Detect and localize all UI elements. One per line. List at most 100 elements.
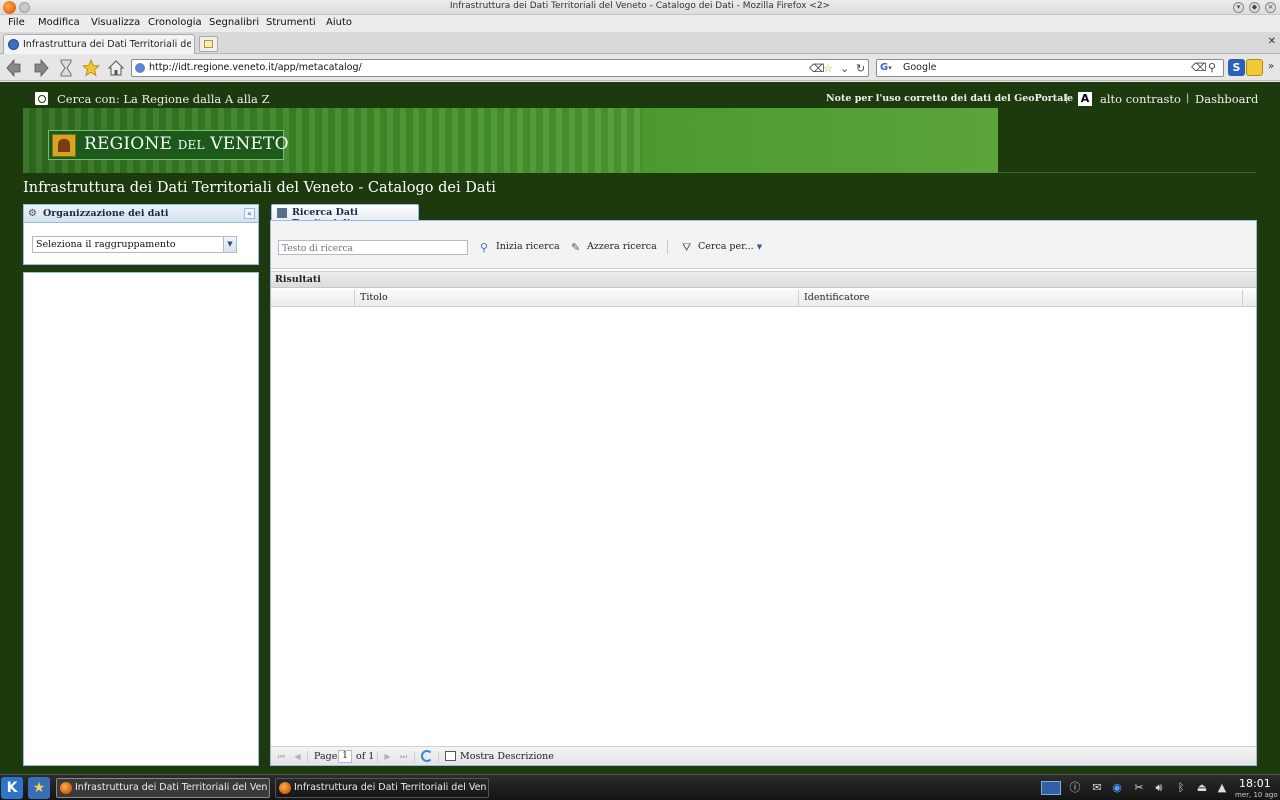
tab-ricerca-dati[interactable]: Ricerca Dati Territoriali — [271, 204, 419, 229]
info-icon[interactable]: ⓘ — [1068, 781, 1082, 795]
kde-menu-icon[interactable]: K — [1, 777, 23, 799]
taskbar-window-1[interactable]: Infrastruttura dei Dati Territoriali del… — [56, 778, 270, 798]
bluetooth-icon[interactable]: ᛒ — [1174, 781, 1188, 795]
nav-separator: | — [1065, 93, 1069, 104]
eraser-icon: ✎ — [571, 241, 581, 254]
page-title: Infrastruttura dei Dati Territoriali del… — [23, 180, 496, 196]
tray-expand-icon[interactable]: ▲ — [1215, 781, 1229, 795]
previous-page-icon[interactable]: ◀ — [292, 751, 303, 762]
column-header-titolo[interactable]: Titolo — [354, 290, 799, 307]
forward-icon[interactable] — [31, 59, 49, 77]
clock-date[interactable]: mer, 10 ago — [1235, 791, 1278, 799]
menu-modifica[interactable]: Modifica — [38, 17, 80, 28]
search-by-menu[interactable]: ⛛ Cerca per... ▼ — [682, 240, 762, 255]
menu-segnalibri[interactable]: Segnalibri — [209, 17, 259, 28]
logo-text: REGIONE DEL VENETO — [84, 134, 289, 154]
maximize-icon[interactable]: ◆ — [1249, 2, 1260, 13]
search-icon[interactable]: ⚲ — [1208, 61, 1216, 74]
search-by-label: Cerca per... ▼ — [698, 241, 763, 252]
site-identity-icon[interactable] — [135, 63, 145, 73]
window-title: Infrastruttura dei Dati Territoriali del… — [449, 1, 831, 11]
data-organization-panel: ⚙ Organizzazione dei dati « Seleziona il… — [23, 204, 259, 265]
collapse-panel-icon[interactable]: « — [244, 208, 255, 219]
device-notifier-icon[interactable]: ⏏ — [1195, 781, 1209, 795]
network-icon[interactable]: ◉ — [1110, 781, 1124, 795]
results-grid-header: Titolo Identificatore — [271, 290, 1256, 307]
pager-separator — [307, 751, 308, 762]
search-toolbar: ⚲ Inizia ricerca ✎ Azzera ricerca ⛛ Cerc… — [271, 221, 1256, 269]
show-description-icon[interactable] — [445, 751, 456, 761]
bookmark-star-icon[interactable] — [82, 59, 100, 77]
home-icon[interactable] — [107, 59, 125, 77]
pager-desktop-icon[interactable] — [1041, 781, 1061, 795]
addon-folder-icon[interactable] — [1246, 59, 1263, 76]
minimize-icon[interactable]: ▾ — [1233, 2, 1244, 13]
addon-s-icon[interactable]: S — [1228, 59, 1245, 76]
clipboard-scissors-icon[interactable]: ✂ — [1132, 781, 1146, 795]
pager-separator — [377, 751, 378, 762]
results-header: Risultati — [271, 271, 1256, 288]
refresh-icon[interactable] — [421, 750, 433, 762]
dashboard-link[interactable]: Dashboard — [1195, 92, 1258, 106]
search-input[interactable] — [278, 240, 468, 256]
pager-separator — [438, 751, 439, 762]
overflow-chevron-icon[interactable]: » — [1268, 61, 1274, 72]
menu-cronologia[interactable]: Cronologia — [148, 17, 202, 28]
menu-visualizza[interactable]: Visualizza — [91, 17, 140, 28]
clear-search-icon[interactable]: ⌫ — [1191, 61, 1207, 74]
close-tab-icon[interactable]: ✕ — [1268, 36, 1276, 47]
start-search-label: Inizia ricerca — [496, 241, 560, 252]
show-description-button[interactable]: Mostra Descrizione — [460, 751, 554, 762]
close-icon[interactable]: × — [1265, 2, 1276, 13]
menu-file[interactable]: File — [8, 17, 25, 28]
catalog-icon — [277, 208, 287, 218]
page-number-input[interactable]: 1 — [338, 750, 352, 763]
favorites-star-icon[interactable]: ★ — [28, 777, 50, 799]
menu-strumenti[interactable]: Strumenti — [266, 17, 316, 28]
last-page-icon[interactable]: ⏭ — [398, 751, 409, 762]
url-text[interactable]: http://idt.regione.veneto.it/app/metacat… — [149, 62, 362, 73]
browser-tab-strip: Infrastruttura dei Dati Territoriali de.… — [0, 32, 1280, 54]
reload-icon[interactable]: ↻ — [856, 62, 865, 75]
new-tab-button[interactable] — [199, 36, 218, 52]
hourglass-icon[interactable] — [57, 59, 75, 77]
mail-icon[interactable]: ✉ — [1090, 781, 1104, 795]
clock-time[interactable]: 18:01 — [1239, 777, 1271, 790]
column-header-blank[interactable] — [271, 290, 355, 307]
high-contrast-link[interactable]: alto contrasto — [1100, 92, 1181, 106]
url-bar[interactable]: http://idt.regione.veneto.it/app/metacat… — [131, 59, 869, 77]
menu-bar: File Modifica Visualizza Cronologia Segn… — [0, 15, 1280, 32]
regione-veneto-logo[interactable]: REGIONE DEL VENETO — [48, 130, 289, 160]
magnifier-icon: ⚲ — [480, 241, 489, 254]
back-icon[interactable] — [6, 59, 24, 77]
volume-icon[interactable]: 🔊︎ — [1152, 781, 1166, 795]
new-tab-icon — [204, 40, 213, 48]
next-page-icon[interactable]: ▶ — [382, 751, 393, 762]
reset-search-button[interactable]: ✎ Azzera ricerca — [571, 240, 657, 255]
search-bar[interactable]: G▾ Google ⌫ ⚲ — [876, 59, 1224, 77]
usage-notes-link[interactable]: Note per l'uso corretto dei dati del Geo… — [826, 93, 1073, 104]
search-a-z-icon — [35, 92, 48, 105]
results-grid-body[interactable] — [271, 308, 1256, 746]
globe-icon — [8, 39, 19, 50]
high-contrast-icon[interactable]: A — [1078, 92, 1092, 106]
grouping-select[interactable]: Seleziona il raggruppamento ▼ — [32, 236, 237, 253]
chevron-down-icon[interactable]: ▼ — [223, 237, 236, 252]
search-text-field[interactable] — [279, 242, 467, 256]
start-search-button[interactable]: ⚲ Inizia ricerca — [480, 240, 560, 255]
data-tree-panel[interactable] — [23, 272, 259, 766]
google-icon[interactable]: G▾ — [880, 62, 892, 73]
url-dropdown-icon[interactable]: ⌄ — [840, 62, 849, 75]
first-page-icon[interactable]: ⏮ — [276, 751, 287, 762]
browser-tab[interactable]: Infrastruttura dei Dati Territoriali de.… — [3, 34, 195, 54]
column-header-identificatore[interactable]: Identificatore — [798, 290, 1243, 307]
taskbar-window-2[interactable]: Infrastruttura dei Dati Territoriali del… — [275, 778, 489, 798]
organization-icon: ⚙ — [28, 208, 37, 219]
search-a-z-link[interactable]: Cerca con: La Regione dalla A alla Z — [57, 92, 270, 106]
bookmark-page-icon[interactable]: ☆ — [823, 62, 833, 75]
panel-title: Organizzazione dei dati — [43, 208, 169, 219]
web-page: Cerca con: La Regione dalla A alla Z Not… — [0, 82, 1280, 774]
menu-aiuto[interactable]: Aiuto — [326, 17, 352, 28]
grouping-select-value: Seleziona il raggruppamento — [36, 239, 176, 250]
reset-search-label: Azzera ricerca — [587, 241, 657, 252]
